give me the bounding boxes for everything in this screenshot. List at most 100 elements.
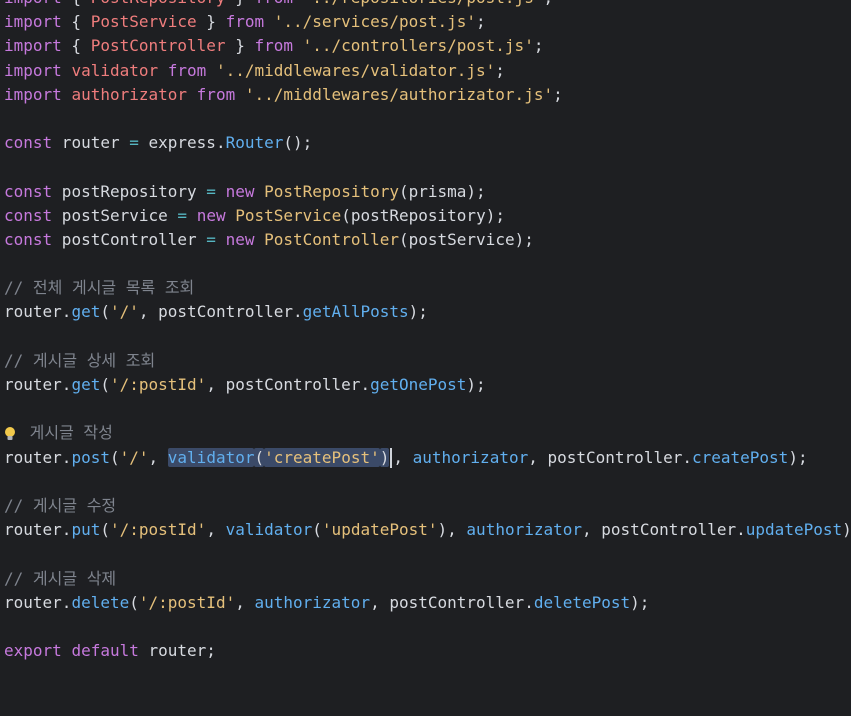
code-line[interactable]: export default router;	[4, 639, 849, 663]
code-line[interactable]	[4, 107, 849, 131]
code-token: ();	[283, 133, 313, 153]
code-token: delete	[71, 592, 130, 612]
code-line[interactable]: const postService = new PostService(post…	[4, 204, 849, 228]
code-line[interactable]	[4, 470, 849, 494]
code-token: (	[100, 302, 110, 322]
code-token: , postController.	[582, 520, 746, 540]
code-token: router;	[138, 641, 216, 661]
code-token: '../controllers/post.js'	[293, 36, 534, 56]
code-token: ;	[553, 84, 563, 104]
code-token: , postController.	[206, 375, 371, 394]
lightbulb-icon[interactable]	[4, 426, 16, 442]
code-token: from	[167, 60, 207, 80]
code-line[interactable]	[4, 325, 849, 349]
code-token: const	[4, 205, 53, 225]
code-token: =	[206, 181, 216, 201]
code-token: express.	[138, 133, 226, 153]
code-token: updatePost	[745, 520, 843, 540]
code-token: postController	[52, 229, 207, 249]
code-line[interactable]: const postRepository = new PostRepositor…	[4, 180, 849, 204]
selected-code-token: )	[379, 447, 390, 467]
code-token: get	[71, 302, 101, 322]
code-line[interactable]: // 전체 게시글 목록 조회	[4, 276, 849, 300]
code-editor[interactable]: import { PostRepository } from '../repos…	[0, 0, 851, 716]
code-token: );	[466, 375, 486, 394]
code-line[interactable]: router.get('/:postId', postController.ge…	[4, 373, 849, 397]
code-token: // 게시글 수정	[4, 495, 117, 515]
code-token: =	[177, 205, 188, 225]
code-line[interactable]: // 게시글 수정	[4, 494, 849, 518]
code-line[interactable]: router.delete('/:postId', authorizator, …	[4, 591, 849, 615]
code-line[interactable]: import { PostService } from '../services…	[4, 10, 849, 34]
code-line[interactable]: import validator from '../middlewares/va…	[4, 59, 849, 83]
code-line[interactable]	[4, 155, 849, 179]
code-token: postRepository	[52, 181, 207, 201]
code-line[interactable]	[4, 615, 849, 639]
code-line[interactable]: const postController = new PostControlle…	[4, 228, 849, 252]
code-token: ,	[235, 592, 255, 612]
code-line[interactable]: import { PostController } from '../contr…	[4, 34, 849, 58]
code-token: , postController.	[370, 592, 534, 612]
code-token: // 게시글 삭제	[4, 568, 117, 588]
code-token: import	[4, 0, 62, 7]
code-token: 게시글 작성	[20, 423, 113, 443]
code-token: '/:postId'	[138, 592, 236, 612]
code-token: import	[4, 84, 62, 104]
code-line[interactable]: import { PostRepository } from '../repos…	[4, 0, 849, 10]
code-token: =	[129, 133, 139, 153]
code-token: '../repositories/post.js'	[293, 0, 544, 7]
code-line[interactable]: // 게시글 삭제	[4, 567, 849, 591]
code-line[interactable]	[4, 542, 849, 566]
selected-code-token: (	[254, 447, 265, 467]
code-token: '../middlewares/validator.js'	[206, 60, 496, 80]
code-token: =	[206, 229, 216, 249]
code-token: Router	[225, 133, 284, 153]
code-token: import	[4, 36, 62, 56]
code-token: PostService	[235, 205, 342, 225]
code-token: authorizator	[254, 592, 371, 612]
code-lines[interactable]: import { PostRepository } from '../repos…	[4, 0, 851, 663]
code-token: router.	[4, 375, 72, 394]
code-token: // 게시글 상세 조회	[4, 350, 156, 370]
code-token: ,	[206, 520, 226, 540]
code-line[interactable]: router.get('/', postController.getAllPos…	[4, 300, 849, 324]
code-line[interactable]: router.put('/:postId', validator('update…	[4, 518, 851, 542]
selected-code-token: validator	[167, 447, 255, 467]
code-token: (	[129, 592, 139, 612]
code-token: from	[254, 36, 293, 56]
code-token: }	[196, 12, 226, 32]
selected-code-token: 'createPost'	[264, 447, 380, 467]
code-token: (	[109, 447, 120, 467]
code-token: (	[100, 520, 110, 540]
code-line[interactable]	[4, 252, 849, 276]
code-token: from	[254, 0, 293, 7]
code-token: '/'	[119, 447, 149, 467]
code-token: new	[225, 181, 255, 201]
code-token: PostController	[264, 229, 399, 249]
code-token: export	[4, 641, 62, 661]
code-token: }	[225, 36, 255, 56]
code-token: getAllPosts	[302, 302, 409, 322]
code-token: , postController.	[528, 447, 692, 467]
code-token: import	[4, 60, 62, 80]
code-token: router.	[4, 447, 72, 467]
code-line[interactable]: router.post('/', validator('createPost')…	[4, 446, 849, 470]
code-token: getOnePost	[370, 375, 467, 394]
code-token: default	[71, 641, 139, 661]
code-token: new	[225, 229, 255, 249]
code-token: {	[61, 12, 91, 32]
code-line[interactable]: const router = express.Router();	[4, 131, 849, 155]
code-line[interactable]	[4, 397, 849, 421]
code-line[interactable]: 게시글 작성	[4, 421, 849, 445]
code-token: router.	[4, 302, 72, 322]
code-token: PostController	[90, 36, 226, 56]
code-token: createPost	[691, 447, 789, 467]
code-token: const	[4, 181, 53, 201]
code-line[interactable]: import authorizator from '../middlewares…	[4, 83, 849, 107]
code-token: '/:postId'	[109, 520, 207, 540]
code-line[interactable]: // 게시글 상세 조회	[4, 349, 849, 373]
code-token: put	[71, 520, 101, 540]
code-token: ;	[495, 60, 505, 80]
